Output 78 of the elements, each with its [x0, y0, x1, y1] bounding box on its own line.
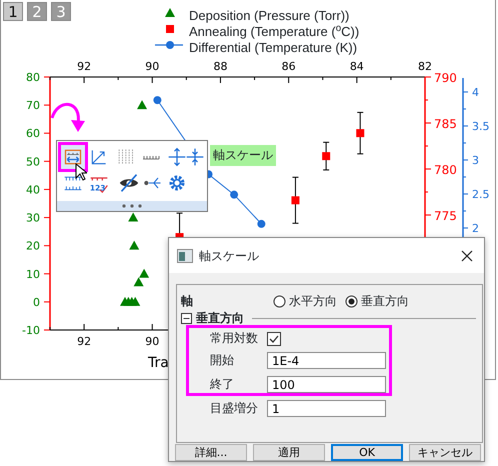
orientation-radio[interactable]: 垂直方向 — [345, 294, 409, 309]
axis-tick-label: 0 — [33, 296, 40, 309]
axis-tick-label: 20 — [26, 240, 40, 253]
shrink-arrows-icon — [185, 147, 205, 167]
axis-tick-label: 4 — [472, 86, 479, 99]
settings-icon — [167, 173, 187, 193]
section-heading: 垂直方向 — [196, 311, 244, 326]
axis-tick-label: 60 — [26, 127, 40, 140]
curved-arrow-icon — [50, 102, 85, 132]
axis-label: 軸 — [181, 294, 194, 309]
axis-tick-label: 785 — [434, 117, 457, 131]
data-point — [291, 196, 300, 204]
axis-tick-label: 40 — [26, 183, 40, 196]
axis-tick-label: 3 — [472, 154, 479, 167]
data-point — [230, 190, 238, 199]
axis-tick-label: 86 — [282, 60, 296, 73]
dialog-button[interactable]: キャンセル — [409, 444, 481, 461]
data-point — [257, 220, 266, 228]
data-point — [137, 100, 148, 110]
window-icon — [177, 248, 193, 262]
axis-tick-label: 3.5 — [472, 120, 490, 133]
data-point — [139, 268, 150, 278]
axis-tick-label: 82 — [418, 60, 432, 73]
input-field[interactable]: 1E-4 — [267, 352, 386, 369]
dialog-button[interactable]: 適用 — [253, 444, 325, 461]
axis-tick-label: 90 — [145, 60, 160, 73]
axis-tick-label: 88 — [213, 60, 228, 73]
input-field[interactable]: 1 — [267, 400, 386, 417]
log-scale-checkbox[interactable] — [267, 332, 281, 346]
legend-label: Annealing (Temperature ($^{o}$C)) — [189, 23, 360, 41]
collapse-toggle[interactable] — [181, 313, 192, 324]
field-label: 終了 — [210, 377, 235, 392]
data-point — [322, 152, 330, 160]
input-field[interactable]: 100 — [267, 376, 386, 393]
dialog-title: 軸スケール — [199, 248, 259, 264]
hidden-eye-icon — [119, 173, 139, 193]
axis-tick-label: 775 — [434, 209, 457, 223]
axis-tick-label: 2.5 — [472, 188, 490, 201]
tooltip: 軸スケール — [210, 145, 276, 166]
axis-tick-label: 30 — [26, 212, 40, 225]
axis-tick-label: 790 — [434, 71, 457, 85]
error-bar — [322, 142, 330, 170]
data-point — [356, 129, 364, 138]
axis-tick-label: 10 — [26, 268, 40, 281]
layer-tab[interactable]: 1 — [3, 2, 23, 21]
legend-label: Differential (Temperature (K)) — [189, 39, 358, 57]
axis-tick-label: 84 — [350, 60, 364, 73]
data-point — [134, 277, 144, 286]
more-dots-icon — [121, 204, 143, 208]
toolbar-grip[interactable] — [57, 201, 207, 211]
field-label: 開始 — [210, 353, 235, 368]
toolbar-button[interactable] — [61, 145, 85, 169]
field-label: 目盛増分 — [210, 401, 259, 416]
axis-tick-label: 50 — [26, 155, 40, 168]
legend-label: Deposition (Pressure (Torr)) — [189, 7, 350, 25]
axis-tick-label: 92 — [77, 60, 92, 73]
dialog-button[interactable]: OK — [331, 444, 403, 461]
data-point — [153, 96, 162, 104]
close-icon — [461, 250, 473, 262]
axis-scale-icon — [63, 147, 83, 167]
axis-tick-label: 70 — [26, 99, 40, 112]
axis-tick-label: 780 — [434, 163, 457, 177]
error-bar — [292, 176, 299, 224]
data-point — [130, 296, 140, 306]
field-label: 常用対数 — [210, 331, 259, 346]
axis-title: Tra — [148, 355, 169, 371]
axis-tick-label: 80 — [26, 71, 40, 84]
data-point — [129, 240, 140, 250]
error-bar — [356, 112, 364, 154]
axis-tick-label: -10 — [22, 324, 40, 337]
axis-tick-label: 90 — [145, 335, 160, 348]
pointer-cursor-icon — [75, 163, 87, 181]
axis-tick-label: 92 — [77, 335, 92, 348]
orientation-radio[interactable]: 水平方向 — [273, 294, 337, 309]
dialog-button[interactable]: 詳細... — [175, 444, 247, 461]
axis-tick-label: 2 — [472, 222, 479, 235]
tick-marks-icon — [142, 154, 160, 160]
expand-arrows-icon — [167, 147, 187, 167]
